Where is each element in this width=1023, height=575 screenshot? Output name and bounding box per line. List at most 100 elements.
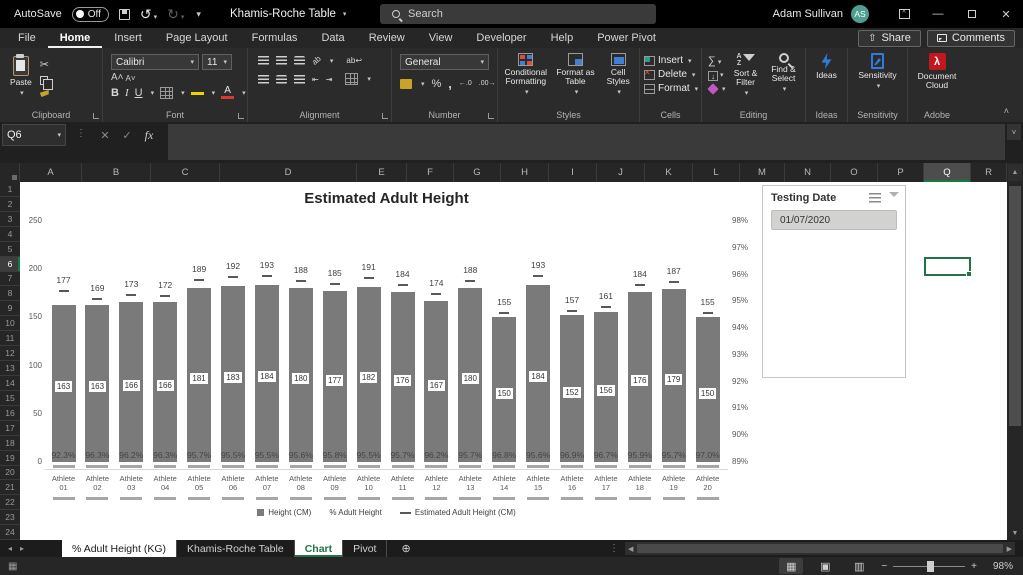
format-cells-button[interactable]: Format ▾ (644, 83, 701, 94)
row-header-8[interactable]: 8 (0, 286, 20, 302)
ribbon-tab-home[interactable]: Home (48, 28, 103, 48)
align-right-button[interactable] (294, 74, 305, 84)
row-header-7[interactable]: 7 (0, 272, 20, 287)
save-icon[interactable] (118, 8, 130, 20)
row-header-14[interactable]: 14 (0, 376, 20, 391)
sort-filter-button[interactable]: AZ Sort & Filter ▾ (728, 48, 764, 106)
ribbon-tab-insert[interactable]: Insert (102, 28, 154, 48)
autosum-button[interactable]: ∑ ▾ (708, 55, 726, 67)
zoom-slider-handle[interactable] (927, 560, 935, 572)
zoom-in-icon[interactable]: + (971, 561, 977, 572)
zoom-level[interactable]: 98% (987, 561, 1013, 572)
paste-button[interactable]: Paste ▾ (10, 54, 32, 112)
align-left-button[interactable] (258, 74, 269, 84)
redo-icon[interactable]: ↻ ▾ (167, 6, 184, 23)
row-header-24[interactable]: 24 (0, 525, 20, 541)
dialog-launcher-icon[interactable] (93, 113, 99, 119)
bold-button[interactable]: B (111, 87, 119, 99)
minimize-button[interactable]: — (921, 0, 955, 28)
comma-style-button[interactable]: , (448, 76, 452, 91)
sheet-nav-left-icon[interactable]: ◂ (0, 544, 20, 553)
share-button[interactable]: ⇧ Share (858, 29, 921, 47)
format-painter-icon[interactable] (39, 90, 49, 97)
scroll-left-icon[interactable]: ◀ (625, 545, 636, 553)
page-break-view-button[interactable]: ▥ (847, 558, 871, 574)
row-header-13[interactable]: 13 (0, 361, 20, 376)
delete-cells-button[interactable]: Delete▾ (644, 68, 701, 80)
row-header-11[interactable]: 11 (0, 331, 20, 347)
cancel-entry-icon[interactable]: ✕ (94, 124, 116, 146)
column-header-B[interactable]: B (82, 163, 151, 182)
sheet-tab-khamis-roche-table[interactable]: Khamis-Roche Table (177, 540, 295, 557)
underline-button[interactable]: U (135, 87, 143, 99)
grow-font-button[interactable]: A˄ (111, 72, 124, 83)
column-header-L[interactable]: L (693, 163, 740, 182)
scrollbar-splitter[interactable]: ⋮ (603, 543, 625, 554)
comments-button[interactable]: Comments (926, 29, 1015, 47)
row-header-12[interactable]: 12 (0, 346, 20, 362)
row-header-9[interactable]: 9 (0, 301, 20, 317)
ribbon-display-options-button[interactable]: ^ (887, 0, 921, 28)
column-header-A[interactable]: A (20, 163, 82, 182)
sheet-tab-chart[interactable]: Chart (294, 540, 344, 557)
column-header-R[interactable]: R (971, 163, 1007, 182)
user-name[interactable]: Adam Sullivan (773, 8, 843, 20)
dialog-launcher-icon[interactable] (238, 113, 244, 119)
row-header-5[interactable]: 5 (0, 242, 20, 257)
ribbon-tab-formulas[interactable]: Formulas (240, 28, 310, 48)
font-color-button[interactable]: A (221, 86, 235, 99)
slicer-testing-date[interactable]: Testing Date 01/07/2020 (762, 185, 906, 378)
column-header-F[interactable]: F (407, 163, 454, 182)
row-header-4[interactable]: 4 (0, 227, 20, 242)
font-name-select[interactable]: Calibri ▾ (111, 54, 199, 70)
column-header-K[interactable]: K (645, 163, 693, 182)
format-as-table-button[interactable]: Format as Table ▾ (554, 48, 598, 106)
borders-button[interactable] (160, 86, 174, 99)
collapse-ribbon-icon[interactable]: ˄ (1004, 106, 1009, 116)
column-header-G[interactable]: G (454, 163, 501, 182)
column-header-M[interactable]: M (740, 163, 785, 182)
row-header-18[interactable]: 18 (0, 436, 20, 451)
vertical-scrollbar[interactable]: ▼ (1007, 182, 1023, 540)
row-header-6[interactable]: 6 (0, 256, 20, 272)
row-header-19[interactable]: 19 (0, 451, 20, 466)
column-header-N[interactable]: N (785, 163, 831, 182)
cut-icon[interactable]: ✂ (40, 58, 49, 71)
dialog-launcher-icon[interactable] (488, 113, 494, 119)
macro-record-icon[interactable]: ▦ (8, 561, 17, 572)
restore-button[interactable] (955, 0, 989, 28)
column-header-D[interactable]: D (220, 163, 357, 182)
close-button[interactable]: ✕ (989, 0, 1023, 28)
formula-input[interactable] (168, 124, 1005, 160)
sheet-tab-pivot[interactable]: Pivot (343, 540, 388, 557)
column-header-O[interactable]: O (831, 163, 878, 182)
selected-cell-Q6[interactable] (924, 257, 972, 277)
cell-styles-button[interactable]: Cell Styles ▾ (599, 48, 637, 106)
vertical-scrollbar-thumb[interactable] (1009, 186, 1021, 426)
horizontal-scrollbar-thumb[interactable] (637, 544, 1003, 553)
merge-center-button[interactable] (345, 73, 359, 85)
increase-decimal-button[interactable]: ←.0 (459, 80, 472, 87)
row-header-23[interactable]: 23 (0, 510, 20, 526)
row-header-20[interactable]: 20 (0, 466, 20, 481)
confirm-entry-icon[interactable]: ✓ (116, 124, 138, 146)
zoom-out-icon[interactable]: − (881, 561, 887, 572)
dialog-launcher-icon[interactable] (382, 113, 388, 119)
chart[interactable]: Estimated Adult Height 0 50 100 150 200 250 89%… (20, 182, 760, 540)
slicer-item-01-07-2020[interactable]: 01/07/2020 (771, 210, 897, 230)
percent-style-button[interactable]: % (432, 78, 442, 90)
column-header-P[interactable]: P (878, 163, 924, 182)
row-header-21[interactable]: 21 (0, 480, 20, 496)
formula-bar-expand-icon[interactable]: ˅ (1007, 124, 1021, 140)
fill-button[interactable]: ↓ ▾ (708, 71, 726, 81)
ribbon-tab-view[interactable]: View (417, 28, 465, 48)
column-header-E[interactable]: E (357, 163, 407, 182)
align-middle-button[interactable] (276, 56, 287, 65)
find-select-button[interactable]: Find & Select ▾ (764, 48, 804, 106)
sensitivity-button[interactable]: Sensitivity ▾ (848, 48, 907, 106)
decrease-decimal-button[interactable]: .00→ (479, 80, 496, 87)
align-top-button[interactable] (258, 56, 269, 65)
row-header-10[interactable]: 10 (0, 316, 20, 332)
sheet-tab-adult-height-kg[interactable]: % Adult Height (KG) (62, 540, 177, 557)
ribbon-tab-review[interactable]: Review (357, 28, 417, 48)
